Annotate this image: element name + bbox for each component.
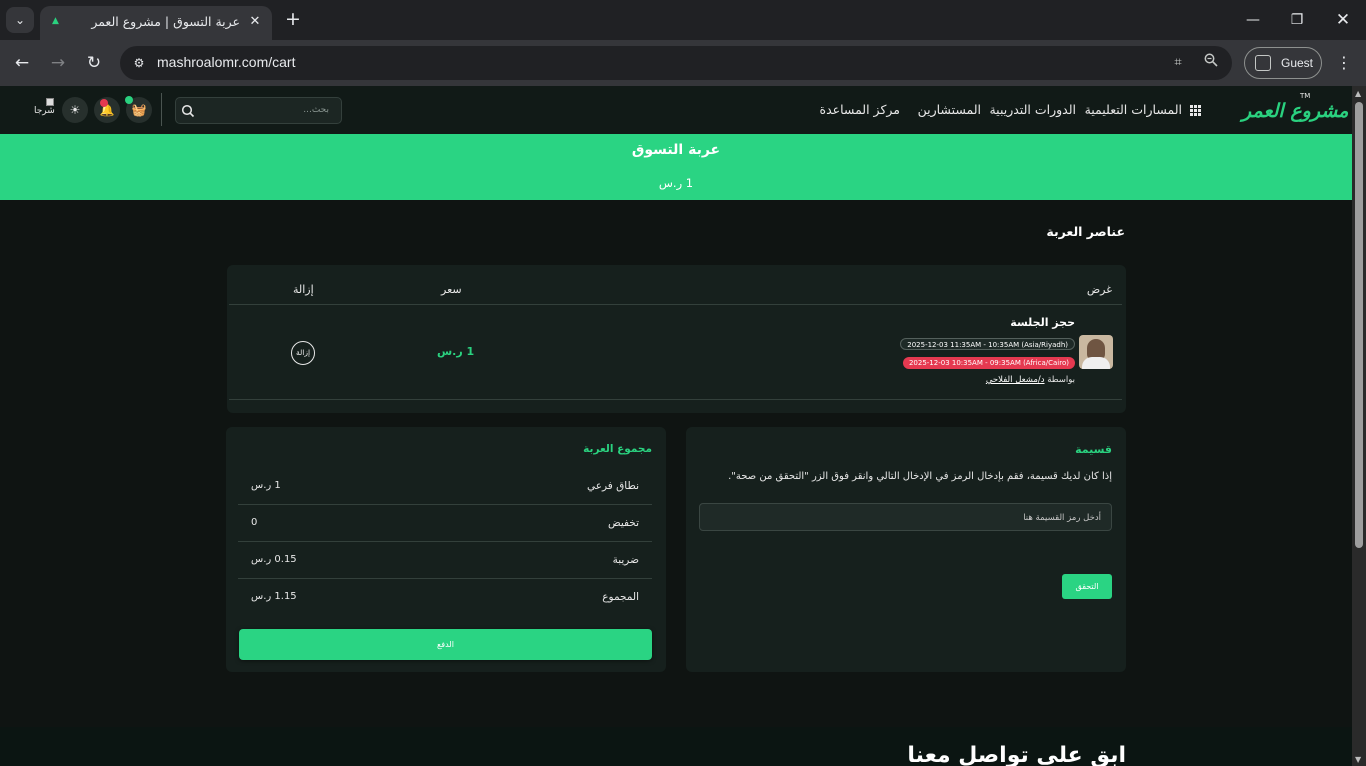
broken-image-icon	[46, 98, 54, 106]
tab-title: عربة التسوق | مشروع العمر	[91, 14, 240, 29]
window-minimize-icon[interactable]: —	[1240, 8, 1266, 32]
profile-label: Guest	[1281, 56, 1314, 70]
scroll-up-arrow-icon[interactable]: ▲	[1355, 89, 1361, 98]
column-header-offer: غرض	[1086, 283, 1112, 296]
page-viewport: مشروع العمر TM المسارات التعليمية الدورا…	[0, 86, 1352, 766]
header-divider	[161, 93, 162, 126]
summary-label: المجموع	[602, 591, 639, 603]
theme-toggle-sun-icon[interactable]: ☀	[62, 97, 88, 123]
browser-toolbar: ← → ↻ ⚙ mashroalomr.com/cart ⌗ Guest ⋮	[0, 40, 1366, 86]
notification-badge-dot	[100, 99, 108, 107]
cart-items-table: غرض سعر إزالة حجز الجلسة 2025-12-03 11:3…	[227, 265, 1126, 413]
scrollbar-thumb[interactable]	[1355, 102, 1363, 548]
column-header-price: سعر	[441, 283, 462, 296]
summary-row-tax: ضريبة 0.15 ر.س	[238, 542, 652, 579]
cart-summary-card: مجموع العربة نطاق فرعي 1 ر.س تخفيض 0 ضري…	[226, 427, 666, 672]
logo-tm: TM	[1300, 92, 1311, 100]
summary-title: مجموع العربة	[583, 443, 652, 455]
reload-icon[interactable]: ↻	[82, 51, 106, 75]
new-tab-plus-icon[interactable]: +	[282, 9, 304, 31]
search-icon[interactable]	[181, 103, 195, 118]
avatar-alt-text: شرجا	[34, 106, 55, 116]
coupon-card: قسيمة إذا كان لديك قسيمة، فقم بإدخال الر…	[686, 427, 1126, 672]
browser-menu-icon[interactable]: ⋮	[1334, 51, 1354, 75]
browser-tabbar: ⌄ ▲ عربة التسوق | مشروع العمر ✕ + — ❐ ✕	[0, 0, 1366, 40]
site-favicon-icon: ▲	[52, 16, 59, 26]
summary-label: نطاق فرعي	[586, 480, 639, 492]
user-avatar[interactable]: شرجا	[34, 98, 58, 124]
checkout-pay-button[interactable]: الدفع	[239, 629, 652, 660]
summary-row-subtotal: نطاق فرعي 1 ر.س	[238, 468, 652, 505]
coupon-description: إذا كان لديك قسيمة، فقم بإدخال الرمز في …	[728, 471, 1112, 482]
cart-items-heading: عناصر العربة	[1046, 224, 1125, 239]
footer-heading: ابق على تواصل معنا	[907, 743, 1126, 766]
site-logo[interactable]: مشروع العمر TM	[1242, 92, 1348, 128]
item-author-line: بواسطة د/مشعل الفلاحي	[986, 375, 1075, 385]
translate-icon[interactable]: ⌗	[1168, 53, 1188, 73]
window-close-icon[interactable]: ✕	[1330, 8, 1356, 32]
consultant-avatar-image	[1079, 335, 1113, 369]
item-by-label: بواسطة	[1047, 375, 1075, 385]
nav-courses[interactable]: الدورات التدريبية	[989, 102, 1076, 117]
forward-arrow-icon[interactable]: →	[46, 51, 70, 75]
site-search-input[interactable]: بحث...	[175, 97, 342, 124]
hero-total: 1 ر.س	[658, 176, 694, 190]
window-restore-icon[interactable]: ❐	[1284, 8, 1310, 32]
summary-value: 0.15 ر.س	[251, 554, 297, 565]
cart-hero-banner: عربة التسوق 1 ر.س	[0, 134, 1352, 200]
profile-icon	[1255, 55, 1271, 71]
summary-label: تخفيض	[607, 517, 639, 529]
summary-label: ضريبة	[612, 554, 639, 566]
item-price: 1 ر.س	[437, 345, 475, 358]
coupon-title: قسيمة	[1075, 443, 1112, 456]
zoom-icon[interactable]	[1201, 53, 1221, 73]
summary-value: 1.15 ر.س	[251, 591, 297, 602]
column-header-remove: إزالة	[293, 283, 314, 296]
item-author-link[interactable]: د/مشعل الفلاحي	[986, 375, 1045, 385]
grid-icon	[1190, 105, 1201, 116]
coupon-code-input[interactable]: أدخل رمز القسيمة هنا	[699, 503, 1112, 531]
summary-row-discount: تخفيض 0	[238, 505, 652, 542]
table-row-divider	[229, 399, 1122, 400]
url-text[interactable]: mashroalomr.com/cart	[157, 54, 295, 70]
item-time-cairo-badge: 2025-12-03 10:35AM - 09:35AM (Africa/Cai…	[902, 357, 1075, 369]
search-placeholder: بحث...	[303, 105, 329, 115]
verify-coupon-button[interactable]: التحقق	[1062, 574, 1112, 599]
table-header-divider	[229, 304, 1122, 305]
summary-value: 0	[251, 517, 258, 528]
site-header: مشروع العمر TM المسارات التعليمية الدورا…	[0, 86, 1352, 134]
cart-indicator-dot	[125, 96, 133, 104]
site-footer: ابق على تواصل معنا	[0, 727, 1352, 766]
summary-row-total: المجموع 1.15 ر.س	[238, 579, 652, 616]
site-info-tune-icon[interactable]: ⚙	[128, 52, 150, 74]
item-time-riyadh-badge: 2025-12-03 11:35AM - 10:35AM (Asia/Riyad…	[900, 338, 1075, 350]
page-scrollbar[interactable]: ▲ ▼	[1352, 86, 1366, 766]
profile-button[interactable]: Guest	[1244, 47, 1322, 79]
scroll-down-arrow-icon[interactable]: ▼	[1355, 755, 1361, 764]
tab-search-chevron-icon[interactable]: ⌄	[6, 7, 34, 33]
browser-tab-active[interactable]: ▲ عربة التسوق | مشروع العمر ✕	[40, 6, 272, 40]
tab-close-icon[interactable]: ✕	[246, 13, 264, 31]
item-title[interactable]: حجز الجلسة	[1010, 316, 1075, 329]
logo-text: مشروع العمر	[1242, 100, 1349, 122]
page-title: عربة التسوق	[631, 142, 721, 158]
nav-help-center[interactable]: مركز المساعدة	[820, 102, 900, 117]
remove-item-button[interactable]: إزالة	[291, 341, 315, 365]
back-arrow-icon[interactable]: ←	[10, 51, 34, 75]
address-bar[interactable]: ⚙ mashroalomr.com/cart ⌗	[120, 46, 1232, 80]
coupon-placeholder: أدخل رمز القسيمة هنا	[1023, 513, 1101, 523]
nav-consultants[interactable]: المستشارين	[918, 102, 981, 117]
nav-learning-paths[interactable]: المسارات التعليمية	[1085, 102, 1182, 117]
summary-value: 1 ر.س	[251, 480, 281, 491]
